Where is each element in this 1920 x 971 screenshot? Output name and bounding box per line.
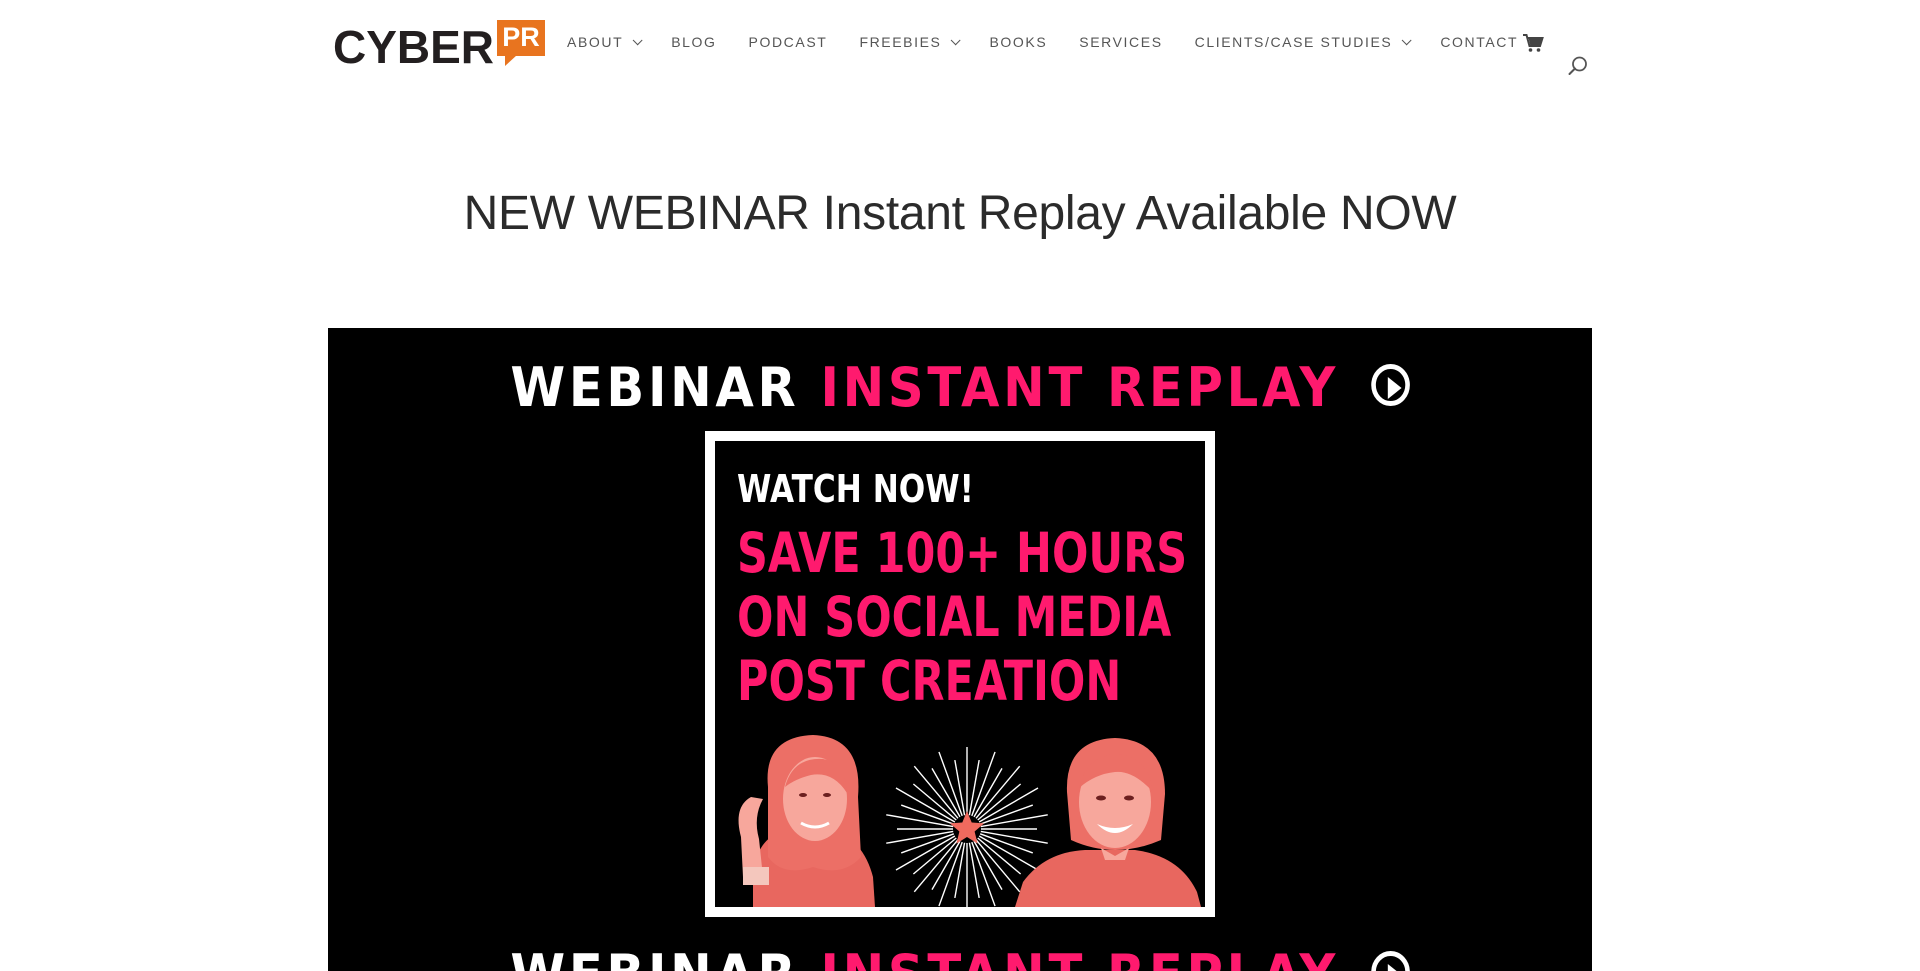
nav-label: FREEBIES (859, 34, 942, 50)
nav-item-blog[interactable]: BLOG (671, 34, 716, 50)
banner-pink-text: INSTANT REPLAY (820, 943, 1339, 971)
play-icon (1371, 364, 1410, 407)
cart-icon[interactable] (1522, 33, 1544, 53)
poster-headline-line: POST CREATION (737, 649, 1122, 713)
poster-headline: SAVE 100+ HOURS ON SOCIAL MEDIA POST CRE… (737, 521, 1188, 713)
main-nav: ABOUT BLOG PODCAST FREEBIES BOOKS SERVIC… (567, 32, 1550, 52)
poster-watch-now: WATCH NOW! (737, 467, 974, 511)
nav-label: PODCAST (748, 34, 828, 50)
nav-label: BLOG (671, 34, 717, 50)
play-icon (1371, 951, 1410, 971)
webinar-poster: WATCH NOW! SAVE 100+ HOURS ON SOCIAL MED… (705, 431, 1215, 917)
banner-pink-text: INSTANT REPLAY (820, 356, 1339, 419)
webinar-replay-graphic[interactable]: WEBINAR INSTANT REPLAY WATCH NOW! SAVE 1… (328, 328, 1592, 971)
site-header: CYBER PR ABOUT BLOG PODCAST FREEBIES BOO… (0, 0, 1920, 100)
chevron-down-icon (951, 34, 962, 45)
nav-label: CONTACT (1440, 34, 1519, 50)
banner-bottom-repeat: WEBINAR INSTANT REPLAY (379, 943, 1542, 971)
nav-label: ABOUT (567, 34, 624, 50)
host-left-photo (738, 735, 875, 907)
nav-item-contact[interactable]: CONTACT (1440, 34, 1518, 50)
nav-label: SERVICES (1079, 34, 1163, 50)
host-right-photo (1015, 738, 1201, 907)
nav-item-podcast[interactable]: PODCAST (749, 34, 828, 50)
logo-badge: PR (497, 20, 546, 66)
nav-label: CLIENTS/CASE STUDIES (1194, 34, 1393, 50)
nav-label: BOOKS (989, 34, 1048, 50)
banner-top: WEBINAR INSTANT REPLAY (379, 356, 1542, 419)
banner-white-text: WEBINAR (510, 356, 800, 419)
page-title: NEW WEBINAR Instant Replay Available NOW (463, 187, 1457, 240)
nav-item-about[interactable]: ABOUT (567, 34, 643, 50)
nav-item-books[interactable]: BOOKS (989, 34, 1047, 50)
logo-wordmark: CYBER (333, 21, 495, 73)
nav-item-freebies[interactable]: FREEBIES (859, 34, 962, 50)
banner-white-text: WEBINAR (510, 943, 799, 971)
chevron-down-icon (632, 34, 643, 45)
poster-headline-line: SAVE 100+ HOURS (737, 521, 1188, 585)
nav-item-clients-case-studies[interactable]: CLIENTS/CASE STUDIES (1194, 34, 1412, 50)
chevron-down-icon (1402, 34, 1412, 45)
search-icon[interactable] (1567, 55, 1589, 77)
cyber-pr-logo[interactable]: CYBER PR (333, 18, 546, 72)
poster-headline-line: ON SOCIAL MEDIA (737, 585, 1172, 649)
nav-item-services[interactable]: SERVICES (1079, 34, 1162, 50)
